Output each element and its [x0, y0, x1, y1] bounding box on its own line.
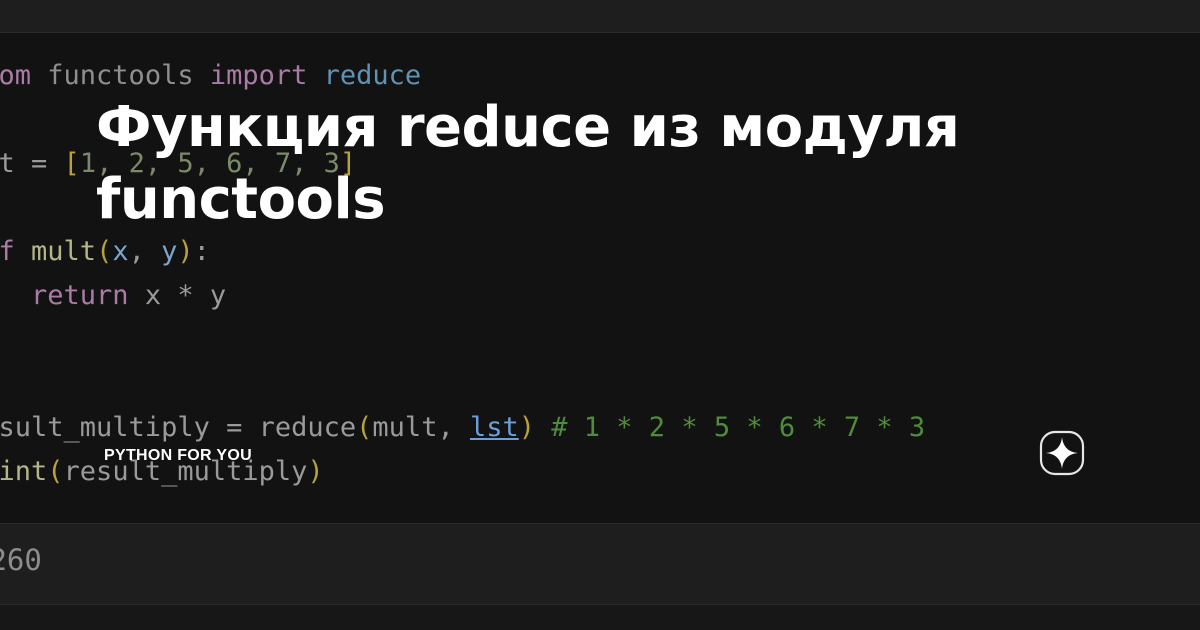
code-token: import: [209, 60, 324, 91]
code-token: result_multiply =: [0, 412, 243, 443]
code-token: lst =: [0, 148, 48, 179]
code-token: x: [112, 236, 129, 267]
code-token: x * y: [144, 280, 227, 311]
code-token: from: [0, 60, 32, 91]
code-token: # 1 * 2 * 5 * 6 * 7 * 3: [535, 412, 926, 443]
code-token: mult,: [372, 412, 470, 443]
code-token: reduce: [258, 412, 357, 443]
code-token: def: [0, 236, 15, 267]
console-output-pane: [0, 523, 1200, 605]
page-title: Функция reduce из модуля functools: [96, 95, 960, 232]
code-token: return: [31, 280, 145, 311]
code-token: reduce: [323, 60, 422, 91]
code-token: ,: [128, 236, 162, 267]
console-divider: [0, 523, 1200, 524]
preview-card: from functools import reduce lst = [1, 2…: [0, 0, 1200, 630]
line-blank-4: [0, 362, 1200, 406]
code-token[interactable]: lst: [470, 412, 519, 443]
line-reduce: result_multiply = reduce(mult, lst) # 1 …: [0, 406, 1200, 450]
dzen-star-icon[interactable]: [1038, 429, 1086, 477]
line-blank-3: [0, 318, 1200, 362]
editor-top-bar: [0, 0, 1200, 32]
code-token: y: [161, 236, 178, 267]
line-def: def mult(x, y):: [0, 230, 1200, 274]
code-token: (: [47, 456, 64, 487]
code-token: mult: [31, 236, 97, 267]
code-token: :: [193, 236, 210, 267]
line-return: return x * y: [0, 274, 1200, 318]
editor-status-strip: [0, 605, 1200, 630]
code-token: ): [518, 412, 536, 443]
code-token: ): [177, 236, 194, 267]
code-token: [: [63, 148, 80, 179]
code-token: (: [96, 236, 113, 267]
code-token: functools: [47, 60, 210, 91]
code-token: ): [307, 456, 324, 487]
code-token: print: [0, 456, 48, 487]
channel-byline: PYTHON FOR YOU: [104, 447, 252, 464]
top-divider: [0, 32, 1200, 33]
code-token: (: [356, 412, 373, 443]
console-output-value: 1260: [0, 543, 42, 577]
